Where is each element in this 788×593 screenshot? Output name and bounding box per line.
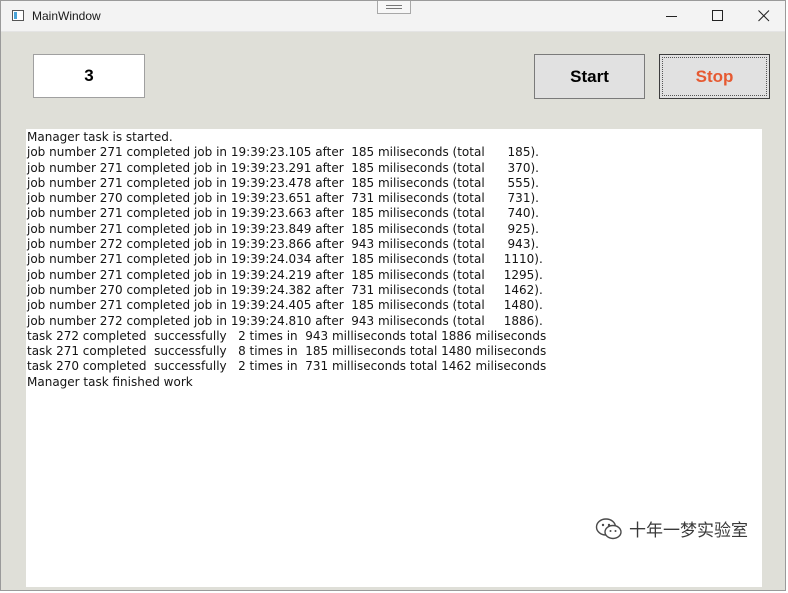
log-line: Manager task finished work (27, 374, 193, 389)
stop-button[interactable]: Stop (659, 54, 770, 99)
log-line: job number 271 completed job in 19:39:23… (27, 206, 539, 221)
log-line: job number 271 completed job in 19:39:23… (27, 160, 539, 175)
log-line: job number 270 completed job in 19:39:23… (27, 191, 539, 206)
close-button[interactable] (741, 1, 787, 31)
minimize-button[interactable] (649, 1, 695, 31)
maximize-button[interactable] (695, 1, 741, 31)
log-line: task 271 completed successfully 8 times … (27, 344, 547, 359)
minimize-icon (666, 16, 677, 17)
log-line: job number 271 completed job in 19:39:23… (27, 221, 539, 236)
wechat-icon (595, 517, 622, 539)
log-line: job number 271 completed job in 19:39:24… (27, 267, 543, 282)
log-line: job number 271 completed job in 19:39:24… (27, 298, 543, 313)
window-title: MainWindow (32, 9, 101, 23)
drag-grip-handle[interactable] (377, 1, 411, 14)
app-icon (12, 10, 24, 21)
close-icon (758, 10, 770, 22)
watermark-text: 十年一梦实验室 (629, 521, 748, 541)
log-line: task 270 completed successfully 2 times … (27, 359, 547, 374)
start-button[interactable]: Start (534, 54, 645, 99)
watermark: 十年一梦实验室 (595, 516, 748, 541)
title-bar[interactable]: MainWindow (1, 1, 785, 32)
log-line: job number 271 completed job in 19:39:23… (27, 175, 539, 190)
log-line: job number 271 completed job in 19:39:23… (27, 145, 539, 160)
log-line: job number 271 completed job in 19:39:24… (27, 252, 543, 267)
log-line: task 272 completed successfully 2 times … (27, 328, 547, 343)
log-line: job number 272 completed job in 19:39:23… (27, 237, 539, 252)
client-area: 3 Start Stop Manager task is started. job… (1, 32, 785, 590)
count-input[interactable]: 3 (33, 54, 145, 98)
main-window: MainWindow 3 Start Stop Manager task is … (0, 0, 786, 591)
log-line: job number 272 completed job in 19:39:24… (27, 313, 543, 328)
log-line: Manager task is started. (27, 130, 173, 144)
log-line: job number 270 completed job in 19:39:24… (27, 282, 543, 297)
maximize-icon (712, 10, 723, 21)
